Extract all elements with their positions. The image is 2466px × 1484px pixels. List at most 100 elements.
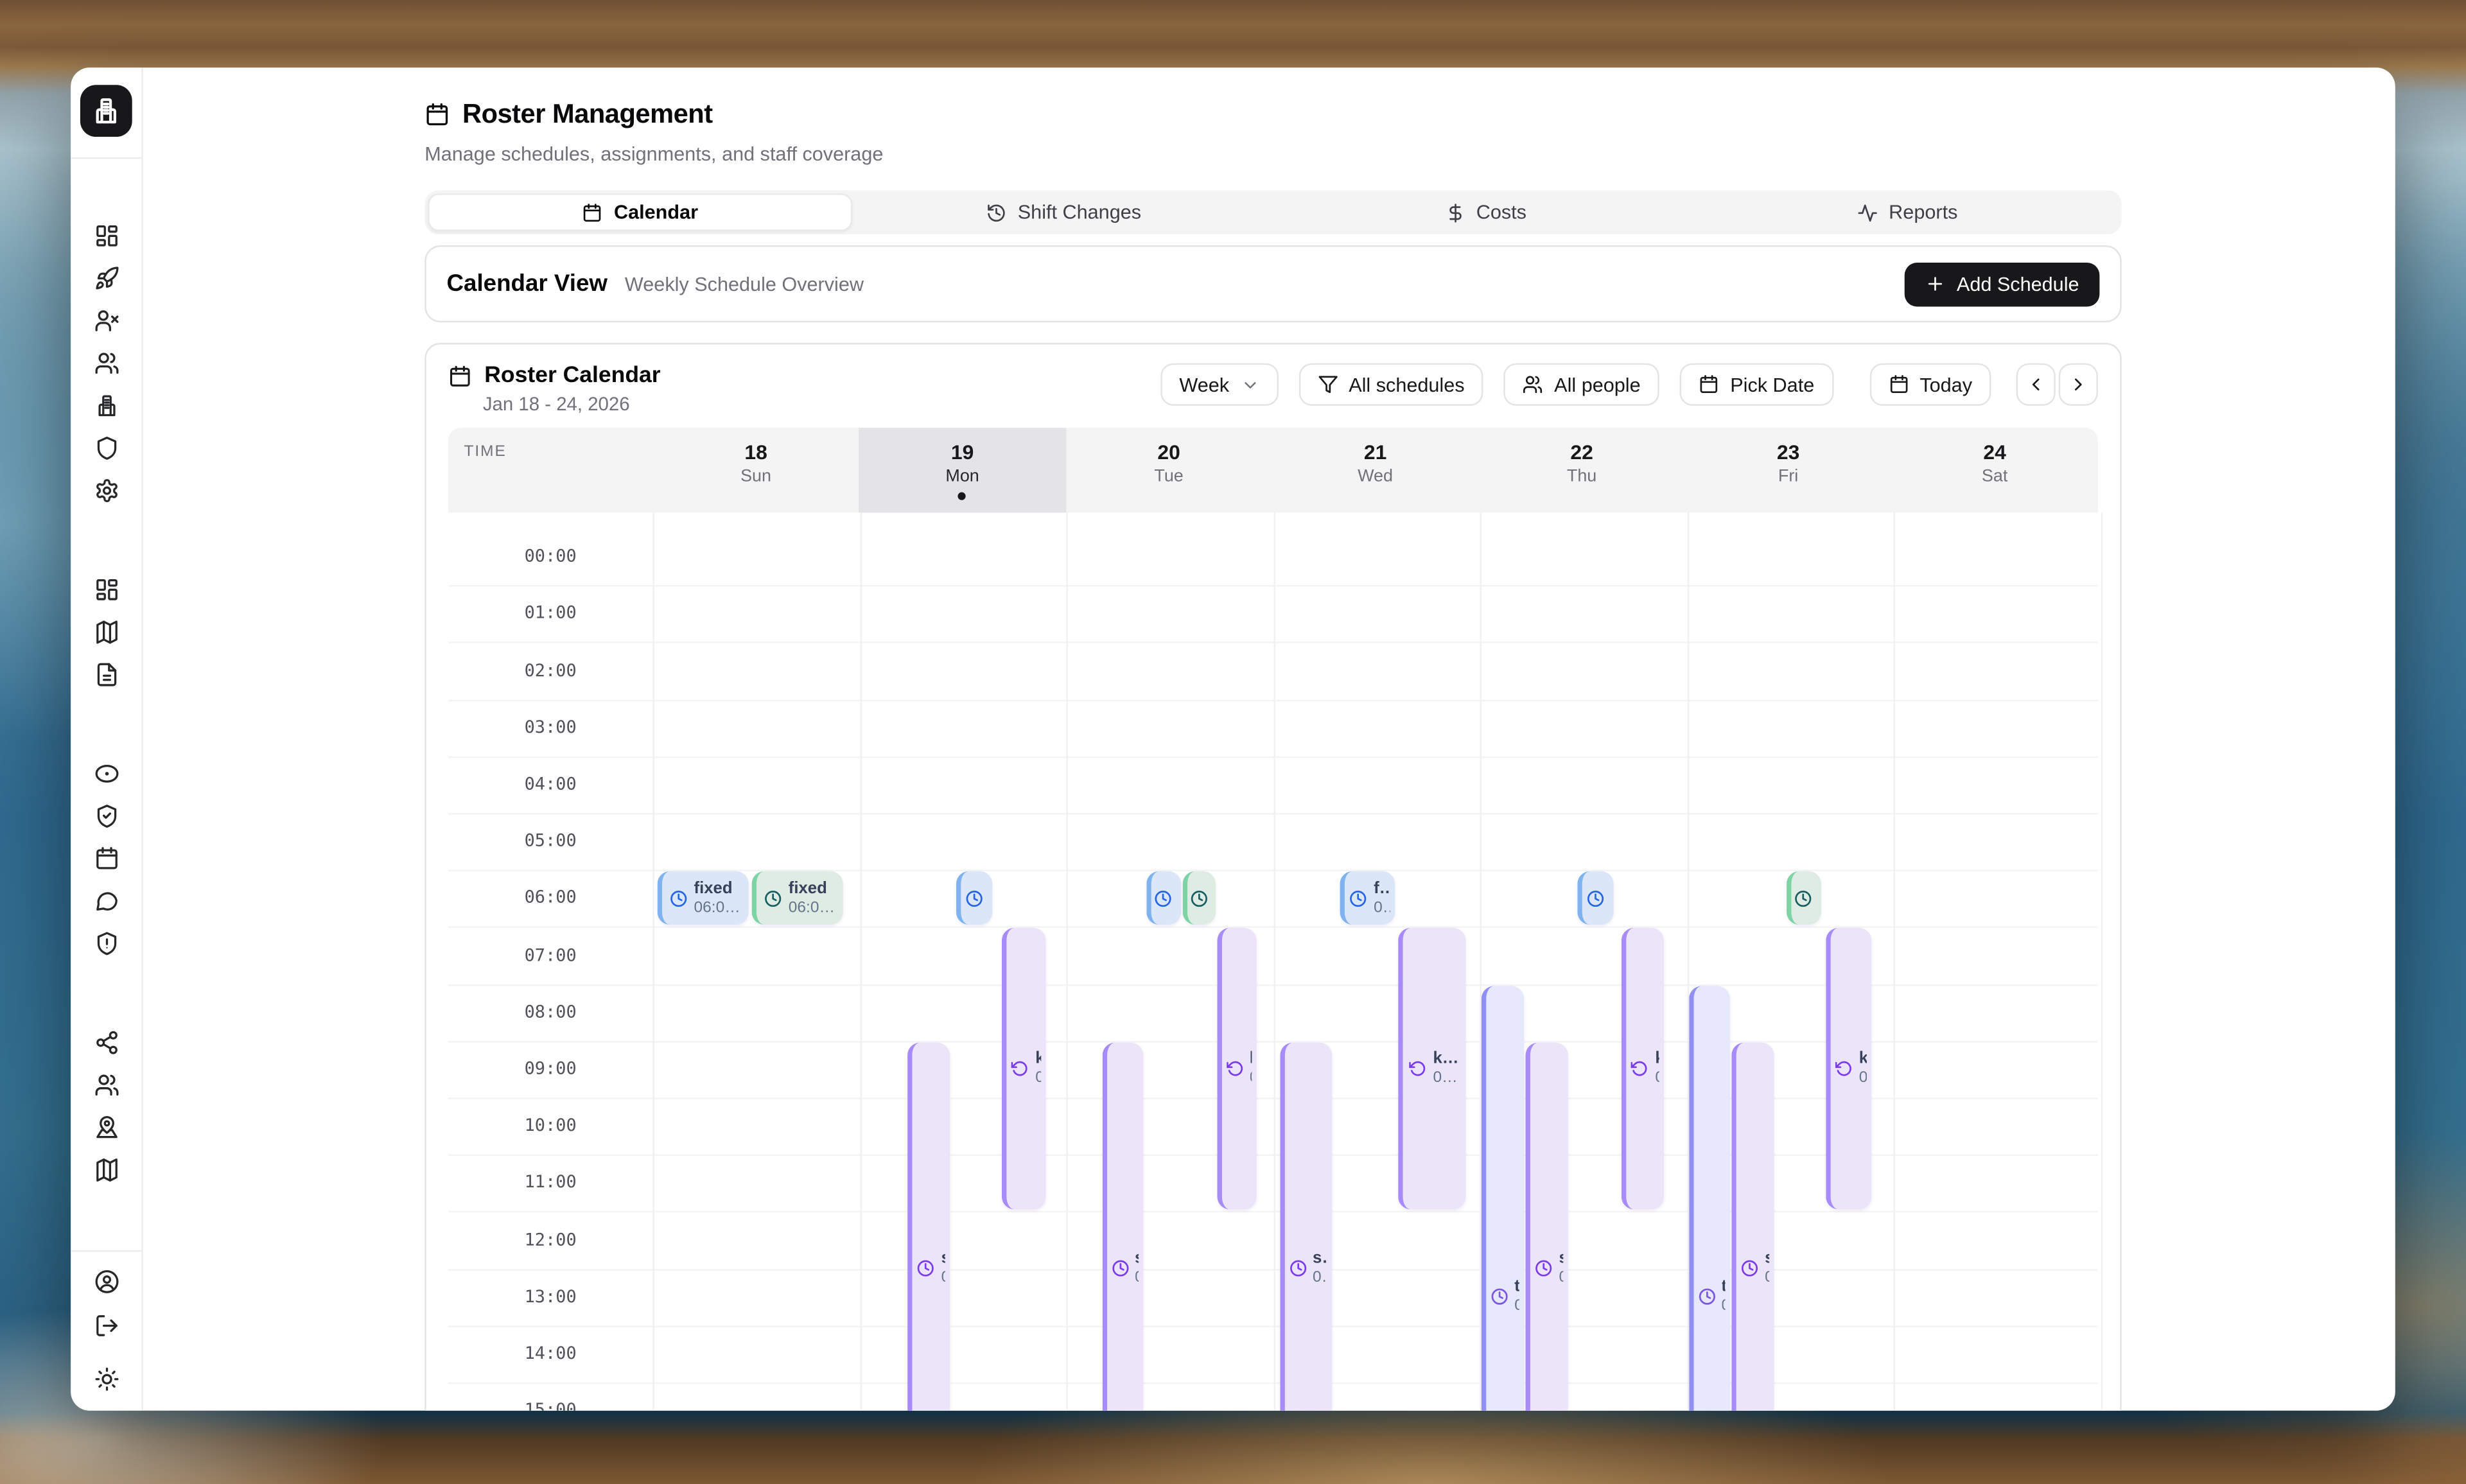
people-filter-button[interactable]: All people [1504,363,1659,406]
tab-reports[interactable]: Reports [1697,193,2119,231]
tab-costs[interactable]: Costs [1275,193,1697,231]
clock-icon [670,890,688,907]
week-grid: TIME 18Sun19Mon20Tue21Wed22Thu23Fri24Sat… [448,428,2098,1411]
calendar-event[interactable]: t…0… [1688,986,1729,1411]
event-title: s… [941,1249,946,1270]
log-out-icon [94,1313,119,1338]
page-title: Roster Management [462,99,713,130]
activity-icon [1857,202,1878,223]
sidebar-item-user-x[interactable] [71,308,141,333]
add-schedule-button[interactable]: Add Schedule [1905,262,2099,306]
event-title: fixed [694,878,740,899]
sidebar-item-hotel[interactable] [71,393,141,418]
page-header: Roster Management Manage schedules, assi… [424,99,883,165]
rotate-ccw-icon [1012,1061,1029,1078]
day-header-row: TIME 18Sun19Mon20Tue21Wed22Thu23Fri24Sat [448,428,2098,512]
history-icon [986,202,1007,223]
clock-icon [1491,1288,1508,1305]
page-subtitle: Manage schedules, assignments, and staff… [424,143,883,165]
sidebar-item-message[interactable] [71,889,141,914]
prev-week-button[interactable] [2016,363,2056,406]
calendar-event[interactable]: k…0… [1216,929,1255,1210]
calendar-event[interactable]: s…0… [1280,1042,1332,1411]
calendar-event[interactable]: s…0… [1102,1042,1144,1411]
sidebar-item-users[interactable] [71,1072,141,1097]
sidebar-item-users[interactable] [71,351,141,376]
schedule-filter-button[interactable]: All schedules [1299,363,1483,406]
calendar-event[interactable]: fixed06:0… [752,871,843,925]
hour-label: 01:00 [448,603,652,625]
hour-label: 05:00 [448,830,652,852]
hour-label: 09:00 [448,1058,652,1080]
calendar-event[interactable]: k…0… [1622,929,1665,1210]
calendar-icon [582,202,603,223]
calendar-event[interactable]: f…0… [1146,871,1180,925]
shield-icon [94,435,119,460]
sidebar-item-map-pin[interactable] [71,1115,141,1140]
hour-label: 08:00 [448,1001,652,1023]
day-header-wed[interactable]: 21Wed [1272,428,1479,512]
calendar-event[interactable]: f…0… [1184,871,1216,925]
sidebar-item-settings[interactable] [71,478,141,503]
view-select[interactable]: Week [1160,363,1278,406]
sidebar-divider [71,1250,141,1252]
sidebar-item-circle-dot[interactable] [71,761,141,786]
day-gridline [652,512,654,1410]
sidebar-item-shield[interactable] [71,435,141,460]
day-header-fri[interactable]: 23Fri [1685,428,1892,512]
app-logo[interactable] [80,85,132,137]
sidebar-item-log-out[interactable] [71,1313,141,1338]
pick-date-button[interactable]: Pick Date [1680,363,1833,406]
day-header-sun[interactable]: 18Sun [652,428,859,512]
event-time: 0… [1250,1070,1251,1088]
user-x-icon [94,308,119,333]
calendar-event[interactable]: t…0… [1482,986,1524,1411]
settings-icon [94,478,119,503]
calendar-event[interactable]: f…0… [957,871,993,925]
rotate-ccw-icon [1226,1061,1243,1078]
event-time: 0… [1859,1070,1867,1088]
calendar-event[interactable]: fixed06:0… [658,871,749,925]
users-icon [94,351,119,376]
sidebar-item-layout-dashboard[interactable] [71,577,141,602]
calendar-event[interactable]: s…0… [1526,1042,1567,1411]
sidebar-item-sun[interactable] [71,1366,141,1392]
tab-shift-changes[interactable]: Shift Changes [853,193,1275,231]
tab-calendar[interactable]: Calendar [428,193,853,231]
next-week-button[interactable] [2059,363,2098,406]
calendar-event[interactable]: f…0… [1787,871,1822,925]
sidebar-item-map[interactable] [71,1157,141,1182]
sidebar-item-map[interactable] [71,620,141,645]
sidebar-item-share[interactable] [71,1030,141,1055]
clock-icon [1795,890,1812,907]
calendar-event[interactable]: k…0… [1397,929,1465,1210]
day-header-mon[interactable]: 19Mon [859,428,1066,512]
sidebar-item-layout-dashboard[interactable] [71,223,141,249]
calendar-icon [94,846,119,871]
hour-label: 14:00 [448,1343,652,1365]
sidebar-item-calendar[interactable] [71,846,141,871]
calendar-event[interactable]: f…0… [1578,871,1614,925]
sidebar-item-rocket[interactable] [71,266,141,291]
sidebar-item-user-circle[interactable] [71,1269,141,1294]
calendar-event[interactable]: s…0… [908,1042,950,1411]
calendar-event[interactable]: f…0… [1341,871,1395,925]
hour-label: 04:00 [448,774,652,796]
tab-bar: CalendarShift ChangesCostsReports [424,190,2121,234]
share-icon [94,1030,119,1055]
calendar-icon [448,364,472,388]
today-button[interactable]: Today [1869,363,1991,406]
sidebar-item-file-text[interactable] [71,662,141,687]
calendar-event[interactable]: s…0… [1732,1042,1774,1411]
sidebar-item-shield-alert[interactable] [71,931,141,956]
day-header-sat[interactable]: 24Sat [1891,428,2098,512]
calendar-event[interactable]: k…0… [1826,929,1871,1210]
roster-calendar-card: Roster Calendar Jan 18 - 24, 2026 Week A… [424,343,2121,1411]
day-header-thu[interactable]: 22Thu [1478,428,1685,512]
calendar-event[interactable]: k…0… [1002,929,1046,1210]
layout-dashboard-icon [94,577,119,602]
day-header-tue[interactable]: 20Tue [1065,428,1272,512]
calendar-icon [1888,374,1909,395]
sidebar-item-shield-check[interactable] [71,803,141,828]
event-time: 0… [1721,1298,1725,1316]
